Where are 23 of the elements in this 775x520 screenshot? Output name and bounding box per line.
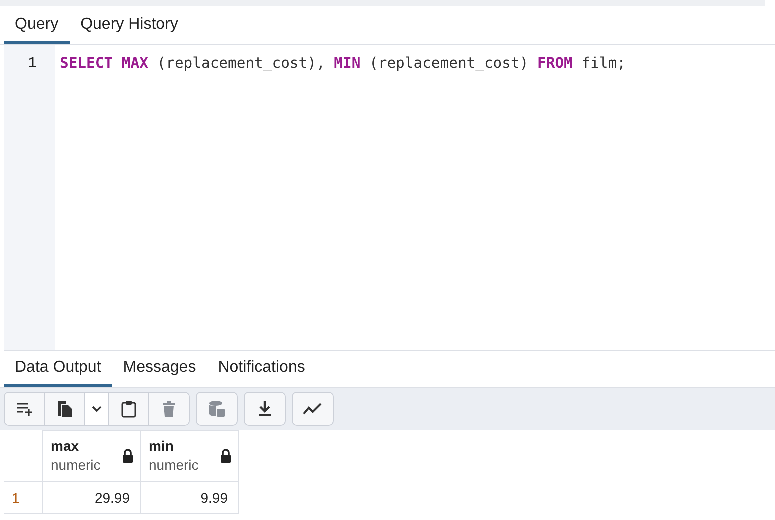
database-icon xyxy=(208,400,226,418)
table-cell: 9.99 xyxy=(140,482,238,514)
copy-icon xyxy=(56,400,72,418)
output-tab[interactable]: Messages xyxy=(112,351,208,387)
column-header[interactable]: min numeric xyxy=(140,430,238,482)
lock-icon xyxy=(220,449,232,463)
code-line: SELECT MAX (replacement_cost), MIN (replacement_cost) FROM film; xyxy=(60,55,626,72)
editor-tab[interactable]: Query History xyxy=(70,6,190,44)
clipboard-icon xyxy=(120,400,136,418)
row-number: 1 xyxy=(4,482,42,514)
output-tab[interactable]: Notifications xyxy=(207,351,316,387)
lock-icon xyxy=(122,449,134,463)
download-icon xyxy=(257,400,273,418)
add-row-icon xyxy=(16,402,34,416)
table-cell: 29.99 xyxy=(42,482,140,514)
trash-icon xyxy=(162,400,176,418)
column-header[interactable]: max numeric xyxy=(42,430,140,482)
copy-button[interactable] xyxy=(45,393,85,425)
line-number: 1 xyxy=(26,55,37,72)
caret-icon xyxy=(92,405,102,413)
line-graph-icon xyxy=(303,402,323,416)
add-row-button[interactable] xyxy=(5,393,45,425)
paste-button[interactable] xyxy=(109,393,149,425)
